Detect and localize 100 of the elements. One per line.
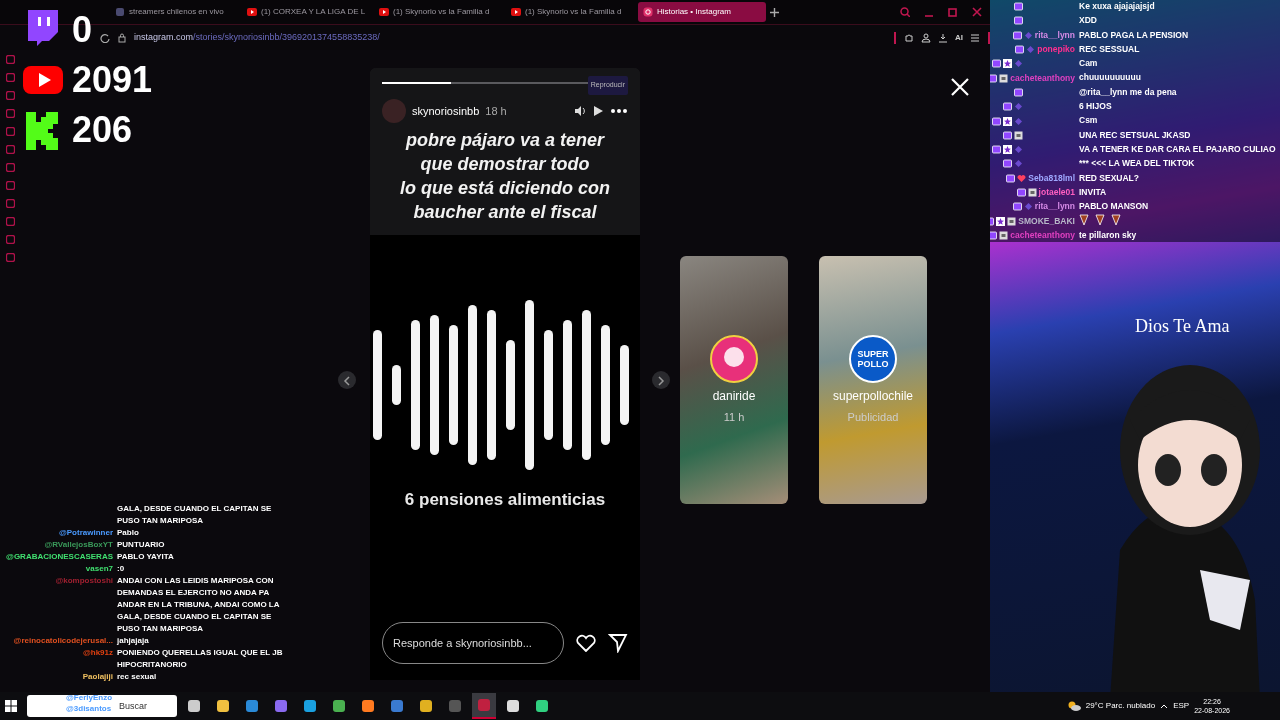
chat-message: PUNTUARIO: [117, 539, 166, 551]
chat-message: Pablo: [117, 527, 140, 539]
emote-icon: [1095, 214, 1105, 227]
chat-message: jahjajaja: [117, 635, 150, 647]
badge-icon: [1014, 130, 1023, 140]
suggested-story-card[interactable]: SUPER POLLO superpollochile Publicidad: [819, 256, 927, 504]
volume-icon[interactable]: [574, 105, 586, 117]
maximize-icon[interactable]: [948, 7, 958, 17]
youtube-icon: [379, 7, 389, 17]
chat-username: @GRABACIONESCASERAS: [5, 551, 113, 563]
chat-message: Cam: [1079, 57, 1099, 71]
chat-message: PABLO YAYITA: [117, 551, 175, 563]
app-icon: [506, 699, 520, 713]
banner-text: Dios Te Ama: [1135, 315, 1230, 338]
new-tab-icon[interactable]: [770, 7, 779, 17]
chat-message: rec sexual: [117, 671, 158, 683]
chat-username: vasen7: [84, 563, 113, 575]
youtube-icon: [511, 7, 521, 17]
badge-icon: [1007, 216, 1017, 226]
app-icon: [332, 699, 346, 713]
more-options-icon[interactable]: [610, 108, 628, 114]
story-caption: pobre pájaro va a tener que demostrar todo lo que está diciendo con baucher ante el fiscal: [398, 129, 611, 224]
chevron-left-icon: [343, 376, 351, 387]
chat-message: GALA, DESDE CUANDO EL CAPITAN SE PUSO TAN MARIPOSA: [117, 503, 273, 527]
emote-icon: [1111, 214, 1121, 227]
close-icon: [950, 76, 970, 97]
language-indicator[interactable]: ESP: [1173, 700, 1190, 712]
chat-username: cacheteanthony: [1010, 72, 1075, 84]
star-badge-icon: [996, 216, 1006, 226]
viewer-count: 2091: [72, 60, 153, 100]
browser-tab[interactable]: Historias • Instagram: [638, 2, 766, 22]
close-icon[interactable]: [972, 7, 982, 17]
chat-username: rita__lynn: [1034, 201, 1075, 213]
chat-username: Paolajiji: [81, 671, 113, 683]
app-icon: [477, 698, 491, 712]
chat-username: @3disantos: [66, 703, 113, 714]
play-icon[interactable]: [592, 105, 604, 117]
weather-icon: [1066, 700, 1081, 712]
profile-icon[interactable]: [921, 32, 931, 43]
youtube-icon: [247, 7, 257, 17]
viewer-count: 0: [72, 10, 93, 50]
chat-message: Csm: [1079, 114, 1099, 128]
chat-message: te pillaron sky: [1079, 228, 1138, 242]
chat-message: UNA REC SETSUAL JKASD: [1079, 128, 1192, 142]
menu-icon[interactable]: [970, 32, 980, 43]
chat-message: 6 HIJOS: [1079, 100, 1113, 114]
windows-start-icon[interactable]: [4, 699, 18, 713]
app-icon: [361, 699, 375, 713]
ai-button[interactable]: AI: [955, 31, 963, 44]
chat-username: jotaele01: [1038, 187, 1075, 198]
search-icon[interactable]: [900, 7, 910, 17]
app-icon: [448, 699, 462, 713]
previous-story-button[interactable]: [338, 371, 356, 389]
chat-username: ponepiko: [1037, 44, 1075, 56]
star-badge-icon: [1003, 145, 1012, 155]
story-time: 18 h: [485, 103, 507, 119]
chat-message: INVITA: [1079, 185, 1108, 199]
chat-username: @kompostoshi: [54, 575, 113, 587]
lock-icon: [118, 32, 126, 43]
chat-message: PABLO PAGA LA PENSION: [1079, 28, 1190, 42]
app-icon: [390, 699, 404, 713]
chat-username: rita__lynn: [1034, 29, 1075, 41]
next-story-button[interactable]: [652, 371, 670, 389]
download-icon[interactable]: [938, 32, 948, 43]
chevron-up-icon[interactable]: [1160, 703, 1169, 709]
story-username[interactable]: skynoriosinbb: [412, 102, 480, 120]
browser-tab[interactable]: (1) Skynorio vs la Familia d: [374, 2, 502, 22]
app-icon: [245, 699, 259, 713]
chat-message: chuuuuuuuuuu: [1079, 71, 1142, 85]
chat-message: XDD: [1079, 14, 1098, 28]
weather-text: 29°C Parc. nublado: [1085, 700, 1156, 712]
star-badge-icon: [1003, 59, 1012, 69]
badge-icon: [999, 230, 1009, 240]
browser-tab[interactable]: (1) Skynorio vs la Familia d: [506, 2, 634, 22]
chat-message: PABLO MANSON: [1079, 200, 1150, 214]
instagram-icon: [643, 7, 653, 17]
reply-field[interactable]: Responde a skynoriosinbb...: [382, 622, 564, 664]
badge-icon: [1027, 188, 1037, 197]
app-icon: [115, 7, 125, 17]
app-icon: [187, 699, 201, 713]
chat-message: REC SESSUAL: [1079, 42, 1141, 56]
chat-message: VA A TENER KE DAR CARA EL PAJARO CULIAO: [1079, 142, 1277, 156]
browser-tab[interactable]: (1) CORXEA Y LA LIGA DE L: [242, 2, 370, 22]
heart-icon[interactable]: [576, 634, 596, 652]
viewer-count: 206: [72, 110, 133, 150]
reload-icon[interactable]: [100, 32, 110, 43]
app-icon: [419, 699, 433, 713]
chat-username: @hk91z: [81, 647, 113, 659]
badge-icon: [1023, 202, 1033, 212]
suggested-story-card[interactable]: daniride 11 h: [680, 256, 788, 504]
heart-badge-icon: [1017, 173, 1027, 183]
send-icon[interactable]: [608, 633, 628, 653]
address-bar-url[interactable]: instagram.com/stories/skynoriosinbb/3969201374558835238/: [134, 30, 380, 45]
chat-message: RED SEXUAL?: [1079, 171, 1140, 185]
browser-tab[interactable]: streamers chilenos en vivo: [110, 2, 238, 22]
chat-message: :0: [117, 563, 126, 575]
app-icon: [535, 699, 549, 713]
chat-message: Ke xuxa ajajajajsjd: [1079, 0, 1156, 13]
avatar-icon: [382, 99, 406, 123]
emote-icon: [1079, 214, 1089, 227]
